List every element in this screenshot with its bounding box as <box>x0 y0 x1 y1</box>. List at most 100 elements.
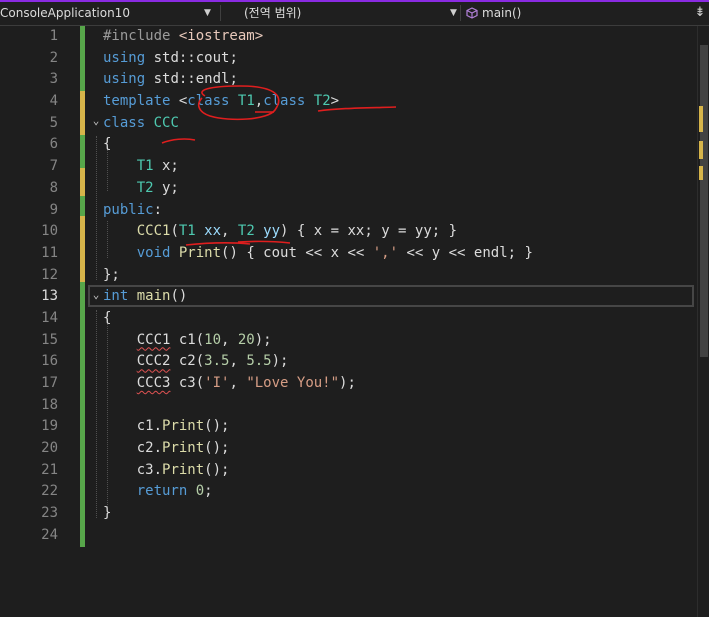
scope-dropdown-label: (전역 범위) <box>244 6 302 20</box>
change-indicator-unsaved <box>80 168 85 196</box>
code-text: (); <box>204 461 230 478</box>
error-identifier[interactable]: CCC3 <box>137 375 171 391</box>
code-line-6: { <box>103 134 693 156</box>
code-line-15: CCC1 c1(10, 20); <box>103 330 693 352</box>
code-line-22: return 0; <box>103 481 693 503</box>
object-name: c3 <box>136 461 154 478</box>
code-line-13: int main() <box>103 286 693 308</box>
code-line-5: class CCC <box>103 113 693 135</box>
change-indicator-unsaved <box>80 91 85 135</box>
code-line-19: c1.Print(); <box>103 416 693 438</box>
indent-guide <box>96 136 97 280</box>
function-name: Print <box>162 440 205 457</box>
code-text: x; <box>153 158 179 175</box>
number-literal: 5.5 <box>246 353 272 370</box>
change-indicator-unsaved <box>80 216 85 282</box>
code-text: , <box>221 331 238 348</box>
line-number: 1 <box>49 28 58 44</box>
code-text: ); <box>254 331 272 348</box>
code-line-8: T2 y; <box>103 178 693 200</box>
scrollbar-change-mark <box>699 166 703 180</box>
line-number: 24 <box>41 526 58 543</box>
include-header: <iostream> <box>178 28 264 44</box>
scrollbar-change-mark <box>699 106 703 132</box>
code-text: , <box>229 353 247 370</box>
code-text: , <box>229 375 247 391</box>
scrollbar-change-mark <box>699 141 703 159</box>
code-text: ); <box>339 375 356 391</box>
code-line-4: template <class T1,class T2> <box>103 91 693 113</box>
code-line-20: c2.Print(); <box>103 438 693 460</box>
line-number: 23 <box>41 505 58 522</box>
accent-line <box>0 0 709 2</box>
line-number: 5 <box>49 114 58 131</box>
error-identifier[interactable]: CCC1 <box>137 332 171 348</box>
code-text: { <box>103 309 112 326</box>
function-name: main <box>136 288 171 305</box>
code-text: . <box>153 418 163 435</box>
code-text: (); <box>204 418 230 435</box>
scope-dropdown[interactable]: (전역 범위) ▼ <box>226 3 458 23</box>
code-text: ); <box>271 353 289 370</box>
divider <box>220 5 221 21</box>
line-number: 22 <box>41 483 58 500</box>
keyword: public <box>103 201 154 218</box>
collapse-chevron-icon[interactable]: ⌄ <box>89 114 103 128</box>
project-dropdown-label: ConsoleApplication10 <box>0 6 130 20</box>
line-number: 21 <box>41 461 58 478</box>
line-number: 12 <box>41 266 58 283</box>
change-indicator-saved <box>80 196 85 216</box>
project-dropdown[interactable]: ConsoleApplication10 ▼ <box>0 3 218 23</box>
vertical-scrollbar[interactable] <box>697 26 709 617</box>
member-dropdown[interactable]: main() <box>464 3 689 23</box>
code-line-1: #include <iostream> <box>103 26 693 48</box>
code-text-area[interactable]: #include <iostream> using std::cout; usi… <box>103 26 693 547</box>
type-name: T1 <box>178 223 196 240</box>
line-number: 2 <box>49 49 58 66</box>
code-line-11: void Print() { cout << x << ',' << y << … <box>103 243 693 265</box>
code-text: , <box>221 223 238 240</box>
code-text: : <box>153 201 163 218</box>
editor-navigation-bar: ConsoleApplication10 ▼ (전역 범위) ▼ main() … <box>0 0 709 26</box>
code-text: } <box>103 505 112 522</box>
type-name: T2 <box>237 223 255 240</box>
object-name: c2 <box>136 440 154 457</box>
code-text: ) { x = xx; y = yy; } <box>280 223 458 240</box>
number-literal: 20 <box>237 331 255 348</box>
keyword: return <box>136 483 188 500</box>
line-number-gutter: 1 2 3 4 5 6 7 8 9 10 11 12 13 14 15 16 1… <box>12 26 58 547</box>
scrollbar-thumb[interactable] <box>700 45 708 357</box>
code-text: (); <box>204 440 230 457</box>
code-line-7: T1 x; <box>103 156 693 178</box>
method-cube-icon <box>466 7 478 19</box>
number-literal: 3.5 <box>204 353 230 370</box>
line-number: 20 <box>41 440 58 457</box>
error-identifier[interactable]: CCC2 <box>137 353 171 369</box>
code-text: }; <box>103 266 120 283</box>
code-editor[interactable]: 1 2 3 4 5 6 7 8 9 10 11 12 13 14 15 16 1… <box>0 26 709 617</box>
line-number: 18 <box>41 396 58 413</box>
line-number-current: 13 <box>41 288 58 305</box>
code-text: y; <box>153 179 179 196</box>
chevron-down-icon: ▼ <box>204 8 211 18</box>
code-text: . <box>153 440 163 457</box>
member-dropdown-label: main() <box>482 6 522 20</box>
keyword: int <box>103 288 129 305</box>
code-text: () { cout << x << <box>221 244 373 261</box>
code-text: c2( <box>170 353 205 370</box>
code-text: ; <box>204 483 213 500</box>
code-text: c3( <box>170 375 205 391</box>
keyword: void <box>136 244 171 261</box>
char-literal: 'I' <box>204 375 230 391</box>
char-literal: ',' <box>372 244 399 261</box>
function-name: Print <box>178 244 222 261</box>
code-text: << y << endl; } <box>398 244 533 261</box>
split-window-icon[interactable]: ⇟ <box>691 3 709 23</box>
code-text: < <box>170 93 188 110</box>
change-indicator-saved <box>80 26 85 91</box>
keyword: template <box>103 93 171 110</box>
code-line-23: } <box>103 503 693 525</box>
